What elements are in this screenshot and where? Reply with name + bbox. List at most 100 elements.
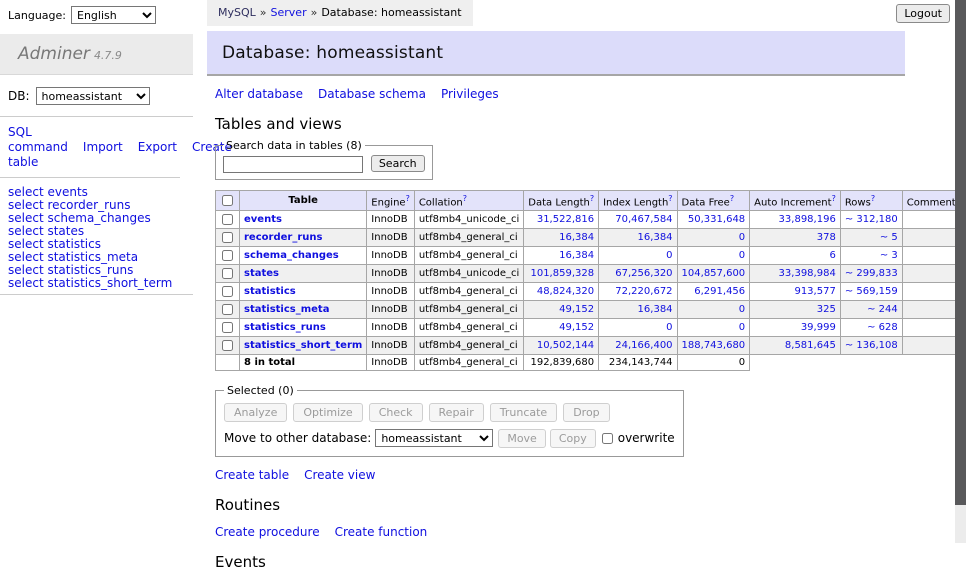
auto-increment-link[interactable]: 8,581,645 xyxy=(785,340,836,351)
table-link-states[interactable]: states xyxy=(244,268,279,279)
data-length-link[interactable]: 49,152 xyxy=(559,304,594,315)
data-length-link[interactable]: 10,502,144 xyxy=(537,340,594,351)
data-free-link[interactable]: 0 xyxy=(739,304,745,315)
column-header-engine: Engine? xyxy=(367,190,415,210)
rows-link[interactable]: ~ 244 xyxy=(867,304,898,315)
data-free-link[interactable]: 6,291,456 xyxy=(694,286,745,297)
optimize-button[interactable]: Optimize xyxy=(293,403,362,422)
row-checkbox-statistics-meta[interactable] xyxy=(222,304,233,315)
index-length-link[interactable]: 0 xyxy=(666,322,672,333)
auto-increment-link[interactable]: 39,999 xyxy=(801,322,836,333)
breadcrumb-mysql[interactable]: MySQL xyxy=(218,6,256,19)
data-length-link[interactable]: 31,522,816 xyxy=(537,214,594,225)
rows-link[interactable]: ~ 628 xyxy=(867,322,898,333)
auto-increment-link[interactable]: 33,398,984 xyxy=(779,268,836,279)
drop-button[interactable]: Drop xyxy=(563,403,609,422)
data-free-cell: 0 xyxy=(677,300,750,318)
sidebar-table-links: select eventsselect recorder_runsselect … xyxy=(0,178,193,295)
help-link-auto-increment[interactable]: ? xyxy=(832,194,836,203)
rows-link[interactable]: ~ 569,159 xyxy=(845,286,898,297)
row-checkbox-events[interactable] xyxy=(222,214,233,225)
scrollbar[interactable] xyxy=(955,0,966,543)
index-length-link[interactable]: 0 xyxy=(666,250,672,261)
rows-link[interactable]: ~ 3 xyxy=(880,250,898,261)
db-select[interactable]: homeassistant xyxy=(36,87,150,105)
data-free-link[interactable]: 0 xyxy=(739,322,745,333)
table-row-schema-changes: schema_changesInnoDButf8mb4_general_ci16… xyxy=(216,246,965,264)
index-length-link[interactable]: 72,220,672 xyxy=(615,286,672,297)
data-length-link[interactable]: 16,384 xyxy=(559,250,594,261)
table-link-events[interactable]: events xyxy=(244,214,282,225)
select-all-checkbox[interactable] xyxy=(222,195,233,206)
row-checkbox-statistics-short-term[interactable] xyxy=(222,340,233,351)
rows-link[interactable]: ~ 312,180 xyxy=(845,214,898,225)
truncate-button[interactable]: Truncate xyxy=(490,403,557,422)
index-length-link[interactable]: 16,384 xyxy=(638,304,673,315)
row-checkbox-statistics-runs[interactable] xyxy=(222,322,233,333)
search-button[interactable]: Search xyxy=(371,155,425,172)
move-db-select[interactable]: homeassistant xyxy=(375,429,493,447)
auto-increment-link[interactable]: 6 xyxy=(829,250,835,261)
auto-increment-link[interactable]: 913,577 xyxy=(794,286,835,297)
breadcrumb-server[interactable]: Server xyxy=(271,6,307,19)
analyze-button[interactable]: Analyze xyxy=(224,403,287,422)
overwrite-checkbox[interactable] xyxy=(602,433,613,444)
app-version: 4.7.9 xyxy=(94,49,122,62)
index-length-link[interactable]: 67,256,320 xyxy=(615,268,672,279)
auto-increment-link[interactable]: 378 xyxy=(817,232,836,243)
help-link-rows[interactable]: ? xyxy=(871,194,875,203)
data-length-link[interactable]: 48,824,320 xyxy=(537,286,594,297)
data-free-link[interactable]: 50,331,648 xyxy=(688,214,745,225)
search-input[interactable] xyxy=(223,156,363,173)
data-free-link[interactable]: 0 xyxy=(739,232,745,243)
link-import[interactable]: Import xyxy=(83,140,123,154)
help-link-collation[interactable]: ? xyxy=(463,194,467,203)
row-checkbox-recorder-runs[interactable] xyxy=(222,232,233,243)
row-checkbox-statistics[interactable] xyxy=(222,286,233,297)
data-free-link[interactable]: 188,743,680 xyxy=(682,340,746,351)
rows-link[interactable]: ~ 136,108 xyxy=(845,340,898,351)
scrollbar-thumb[interactable] xyxy=(955,0,966,505)
link-export[interactable]: Export xyxy=(138,140,177,154)
help-link-data-free[interactable]: ? xyxy=(730,194,734,203)
help-link-index-length[interactable]: ? xyxy=(668,194,672,203)
index-length-link[interactable]: 24,166,400 xyxy=(615,340,672,351)
data-length-link[interactable]: 49,152 xyxy=(559,322,594,333)
auto-increment-link[interactable]: 33,898,196 xyxy=(779,214,836,225)
link-alter-database[interactable]: Alter database xyxy=(215,87,303,101)
rows-link[interactable]: ~ 5 xyxy=(880,232,898,243)
copy-button[interactable]: Copy xyxy=(550,429,596,448)
check-button[interactable]: Check xyxy=(369,403,423,422)
move-button[interactable]: Move xyxy=(498,429,546,448)
data-length-link[interactable]: 101,859,328 xyxy=(530,268,594,279)
link-privileges[interactable]: Privileges xyxy=(441,87,499,101)
language-select[interactable]: English xyxy=(71,6,156,24)
data-free-link[interactable]: 0 xyxy=(739,250,745,261)
table-link-recorder-runs[interactable]: recorder_runs xyxy=(244,232,322,243)
auto-increment-link[interactable]: 325 xyxy=(817,304,836,315)
help-link-data-length[interactable]: ? xyxy=(590,194,594,203)
link-create-function[interactable]: Create function xyxy=(335,525,428,539)
rows-link[interactable]: ~ 299,833 xyxy=(845,268,898,279)
link-database-schema[interactable]: Database schema xyxy=(318,87,426,101)
data-free-link[interactable]: 104,857,600 xyxy=(682,268,746,279)
repair-button[interactable]: Repair xyxy=(429,403,484,422)
index-length-link[interactable]: 16,384 xyxy=(638,232,673,243)
table-link-statistics[interactable]: statistics xyxy=(244,286,296,297)
link-create-procedure[interactable]: Create procedure xyxy=(215,525,320,539)
link-create-table[interactable]: Create table xyxy=(215,468,289,482)
row-checkbox-schema-changes[interactable] xyxy=(222,250,233,261)
data-length-link[interactable]: 16,384 xyxy=(559,232,594,243)
table-link-statistics-meta[interactable]: statistics_meta xyxy=(244,304,329,315)
link-select-statistics-short-term[interactable]: select statistics_short_term xyxy=(8,277,185,290)
link-create-view[interactable]: Create view xyxy=(304,468,375,482)
db-selector-row: DB:homeassistant xyxy=(0,75,193,117)
row-checkbox-states[interactable] xyxy=(222,268,233,279)
index-length-link[interactable]: 70,467,584 xyxy=(615,214,672,225)
rows-cell: ~ 136,108 xyxy=(840,336,902,354)
table-link-schema-changes[interactable]: schema_changes xyxy=(244,250,339,261)
table-link-statistics-short-term[interactable]: statistics_short_term xyxy=(244,340,362,351)
help-link-engine[interactable]: ? xyxy=(406,194,410,203)
table-link-statistics-runs[interactable]: statistics_runs xyxy=(244,322,326,333)
link-sql-command[interactable]: SQL command xyxy=(8,125,68,154)
